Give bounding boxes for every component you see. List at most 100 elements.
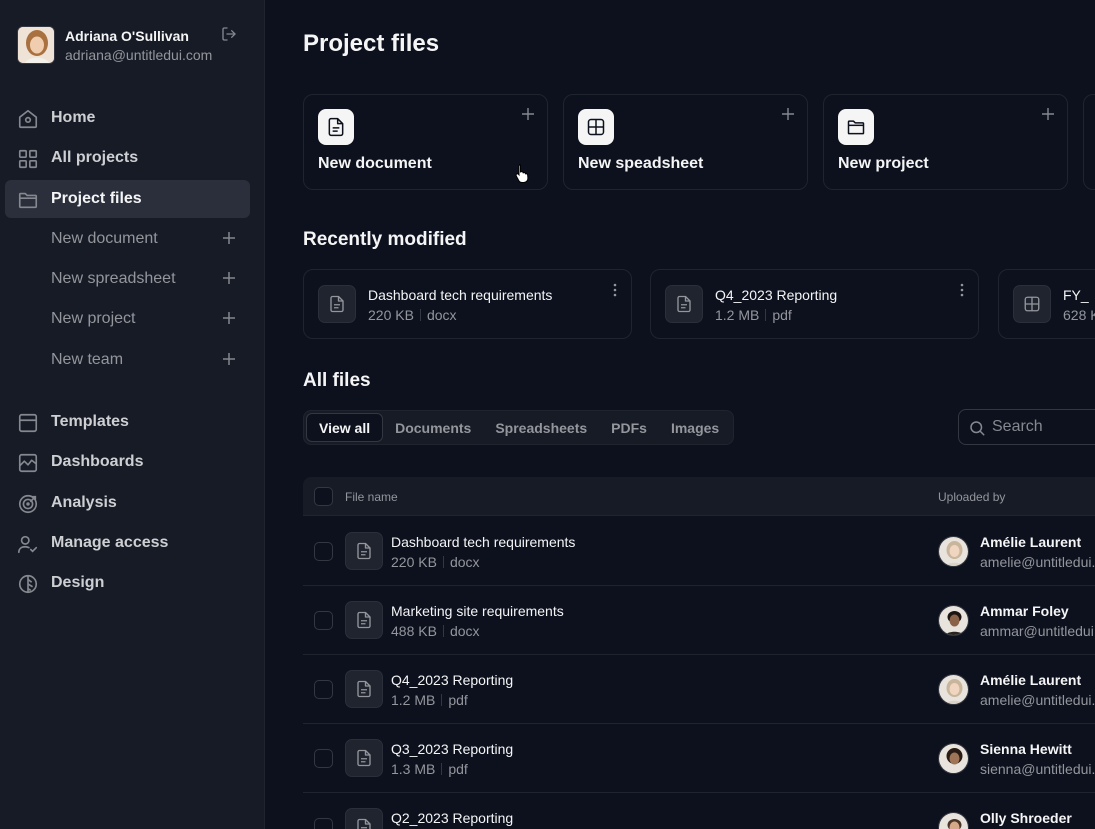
file-size: 1.2 MB xyxy=(391,692,436,708)
file-meta: 220 KB docx xyxy=(391,554,480,570)
nav-item-design[interactable]: Design xyxy=(5,564,250,602)
nav-label: Analysis xyxy=(51,494,117,511)
search-box xyxy=(958,409,1095,445)
sub-item-label: New document xyxy=(51,230,158,247)
document-icon xyxy=(345,670,383,708)
avatar xyxy=(938,536,969,567)
uploader-email: ammar@untitledui. xyxy=(980,623,1095,639)
nav-item-home[interactable]: Home xyxy=(5,99,250,137)
sub-item-new-team[interactable]: New team xyxy=(5,342,250,378)
plus-icon[interactable] xyxy=(221,270,239,288)
users-icon xyxy=(17,533,39,555)
more-options-icon[interactable] xyxy=(613,282,617,298)
recent-file-card[interactable]: FY_ 628 K xyxy=(998,269,1095,339)
uploader-name: Ammar Foley xyxy=(980,603,1069,619)
plus-icon[interactable] xyxy=(1041,107,1055,121)
file-type: docx xyxy=(449,554,480,570)
tab-pdfs[interactable]: PDFs xyxy=(599,413,659,442)
quick-action-card-partial[interactable] xyxy=(1083,94,1095,190)
document-icon xyxy=(345,601,383,639)
nav-item-analysis[interactable]: Analysis xyxy=(5,484,250,522)
nav-item-manage-access[interactable]: Manage access xyxy=(5,524,250,562)
new-spreadsheet-card[interactable]: New speadsheet xyxy=(563,94,808,190)
column-header-uploaded-by[interactable]: Uploaded by xyxy=(938,490,1005,504)
table-row[interactable]: Dashboard tech requirements 220 KB docx A… xyxy=(303,517,1095,586)
spreadsheet-icon xyxy=(578,109,614,145)
search-icon xyxy=(968,419,986,437)
file-filter-tabs: View all Documents Spreadsheets PDFs Ima… xyxy=(303,410,735,445)
nav-label: Project files xyxy=(51,190,142,207)
file-name: FY_ xyxy=(1063,287,1089,303)
file-type: docx xyxy=(426,307,457,323)
sub-item-new-spreadsheet[interactable]: New spreadsheet xyxy=(5,261,250,297)
tab-view-all[interactable]: View all xyxy=(306,413,384,442)
plus-icon[interactable] xyxy=(781,107,795,121)
file-name: Q2_2023 Reporting xyxy=(391,810,514,826)
home-icon xyxy=(17,108,39,130)
avatar xyxy=(17,26,55,64)
plus-icon[interactable] xyxy=(221,351,239,369)
row-checkbox[interactable] xyxy=(314,542,333,561)
card-label: New project xyxy=(838,155,929,172)
row-checkbox[interactable] xyxy=(314,680,333,699)
search-input[interactable] xyxy=(992,410,1095,444)
table-row[interactable]: Marketing site requirements 488 KB docx A… xyxy=(303,586,1095,655)
uploader-email: amelie@untitledui. xyxy=(980,554,1095,570)
new-project-card[interactable]: New project xyxy=(823,94,1068,190)
template-icon xyxy=(17,412,39,434)
plus-icon[interactable] xyxy=(521,107,535,121)
file-name: Dashboard tech requirements xyxy=(368,287,553,303)
file-size: 1.3 MB xyxy=(391,761,436,777)
table-row[interactable]: Q4_2023 Reporting 1.2 MB pdf Amélie Laure… xyxy=(303,655,1095,724)
column-header-file-name[interactable]: File name xyxy=(345,490,398,504)
nav-label: Home xyxy=(51,109,96,126)
document-icon xyxy=(345,808,383,829)
uploader-name: Amélie Laurent xyxy=(980,672,1082,688)
design-icon xyxy=(17,573,39,595)
plus-icon[interactable] xyxy=(221,230,239,248)
user-name: Adriana O'Sullivan xyxy=(65,28,189,44)
nav-item-all-projects[interactable]: All projects xyxy=(5,139,250,177)
file-size: 1.2 MB xyxy=(715,307,760,323)
file-name: Q3_2023 Reporting xyxy=(391,741,514,757)
avatar xyxy=(938,812,969,829)
plus-icon[interactable] xyxy=(221,310,239,328)
recent-file-card[interactable]: Q4_2023 Reporting 1.2 MB pdf xyxy=(650,269,979,339)
sub-item-new-document[interactable]: New document xyxy=(5,221,250,257)
select-all-checkbox[interactable] xyxy=(314,487,333,506)
file-meta: 220 KB docx xyxy=(368,307,457,323)
sub-item-label: New team xyxy=(51,351,124,368)
more-options-icon[interactable] xyxy=(960,282,964,298)
nav-item-templates[interactable]: Templates xyxy=(5,403,250,441)
user-email: adriana@untitledui.com xyxy=(65,47,213,63)
tab-images[interactable]: Images xyxy=(659,413,731,442)
all-files-title: All files xyxy=(303,370,371,391)
sub-item-label: New project xyxy=(51,310,136,327)
sub-item-new-project[interactable]: New project xyxy=(5,301,250,337)
file-size: 628 K xyxy=(1063,307,1095,323)
document-icon xyxy=(345,739,383,777)
sidebar: Adriana O'Sullivan adriana@untitledui.co… xyxy=(0,0,265,829)
table-row[interactable]: Q2_2023 Reporting Olly Shroeder xyxy=(303,793,1095,829)
nav-item-dashboards[interactable]: Dashboards xyxy=(5,443,250,481)
avatar xyxy=(938,674,969,705)
row-checkbox[interactable] xyxy=(314,749,333,768)
recent-file-card[interactable]: Dashboard tech requirements 220 KB docx xyxy=(303,269,632,339)
table-row[interactable]: Q3_2023 Reporting 1.3 MB pdf Sienna Hewit… xyxy=(303,724,1095,793)
file-name: Marketing site requirements xyxy=(391,603,564,619)
nav-item-project-files[interactable]: Project files xyxy=(5,180,250,218)
tab-documents[interactable]: Documents xyxy=(383,413,483,442)
nav-label: Templates xyxy=(51,413,129,430)
logout-icon[interactable] xyxy=(221,26,239,44)
row-checkbox[interactable] xyxy=(314,818,333,829)
tab-spreadsheets[interactable]: Spreadsheets xyxy=(483,413,599,442)
row-checkbox[interactable] xyxy=(314,611,333,630)
nav-label: All projects xyxy=(51,149,139,166)
folder-icon xyxy=(17,189,39,211)
avatar xyxy=(938,743,969,774)
file-meta: 488 KB docx xyxy=(391,623,480,639)
user-profile[interactable]: Adriana O'Sullivan adriana@untitledui.co… xyxy=(17,26,257,66)
file-size: 220 KB xyxy=(391,554,437,570)
new-document-card[interactable]: New document xyxy=(303,94,548,190)
file-type: pdf xyxy=(772,307,792,323)
